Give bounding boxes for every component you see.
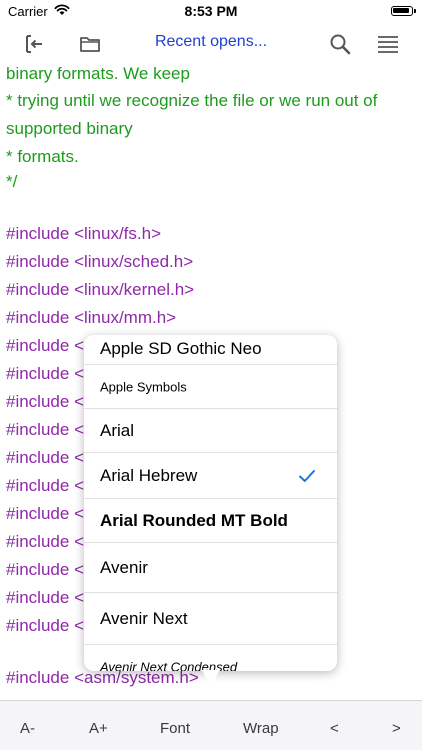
include-header: < bbox=[74, 392, 84, 411]
top-toolbar: Recent opens... bbox=[0, 24, 422, 64]
include-line: #include < bbox=[6, 476, 84, 496]
previous-button[interactable]: < bbox=[330, 720, 339, 737]
include-header: < bbox=[74, 588, 84, 607]
include-keyword: #include bbox=[6, 364, 70, 383]
include-keyword: #include bbox=[6, 476, 70, 495]
include-keyword: #include bbox=[6, 420, 70, 439]
include-keyword: #include bbox=[6, 616, 70, 635]
include-header: < bbox=[74, 364, 84, 383]
include-header: < bbox=[74, 504, 84, 523]
font-button[interactable]: Font bbox=[160, 720, 190, 737]
include-keyword: #include bbox=[6, 336, 70, 355]
include-header: < bbox=[74, 336, 84, 355]
include-keyword: #include bbox=[6, 668, 70, 687]
code-comment-line: * trying until we recognize the file or … bbox=[6, 91, 378, 110]
status-bar: Carrier 8:53 PM bbox=[0, 0, 422, 24]
font-option[interactable]: Avenir Next bbox=[84, 593, 337, 645]
include-line: #include < bbox=[6, 336, 84, 356]
font-option[interactable]: Apple Symbols bbox=[84, 365, 337, 409]
include-header: <linux/kernel.h> bbox=[74, 280, 195, 299]
font-option[interactable]: Avenir bbox=[84, 543, 337, 593]
recent-opens-button[interactable]: Recent opens... bbox=[140, 33, 282, 51]
folder-icon[interactable] bbox=[76, 30, 104, 58]
include-line: #include <linux/sched.h> bbox=[6, 252, 193, 272]
include-keyword: #include bbox=[6, 308, 70, 327]
status-time: 8:53 PM bbox=[184, 3, 238, 19]
code-comment-line: binary formats. We keep bbox=[6, 64, 190, 83]
font-option-label: Apple SD Gothic Neo bbox=[100, 339, 262, 358]
include-header: < bbox=[74, 448, 84, 467]
font-option-label: Avenir bbox=[100, 557, 148, 577]
include-header: <linux/sched.h> bbox=[74, 252, 194, 271]
include-header: < bbox=[74, 560, 84, 579]
include-header: < bbox=[74, 476, 84, 495]
include-header: <linux/fs.h> bbox=[74, 224, 162, 243]
menu-icon[interactable] bbox=[374, 30, 402, 58]
include-line: #include < bbox=[6, 588, 84, 608]
font-option[interactable]: Avenir Next Condensed bbox=[84, 645, 337, 672]
next-button[interactable]: > bbox=[392, 720, 401, 737]
bottom-toolbar: A- A+ Font Wrap < > bbox=[0, 700, 422, 750]
include-keyword: #include bbox=[6, 560, 70, 579]
font-option[interactable]: Arial Rounded MT Bold bbox=[84, 499, 337, 543]
search-icon[interactable] bbox=[326, 30, 354, 58]
wrap-button[interactable]: Wrap bbox=[243, 720, 279, 737]
code-comment-line: */ bbox=[6, 172, 18, 191]
font-picker-popover: Apple SD Gothic Neo Apple Symbols Arial … bbox=[84, 335, 337, 671]
include-keyword: #include bbox=[6, 448, 70, 467]
include-line: #include < bbox=[6, 532, 84, 552]
increase-font-button[interactable]: A+ bbox=[89, 720, 108, 737]
include-keyword: #include bbox=[6, 280, 70, 299]
code-comment-line: supported binary bbox=[6, 119, 133, 138]
include-line: #include < bbox=[6, 448, 84, 468]
include-header: <linux/mm.h> bbox=[74, 308, 177, 327]
font-option-label: Apple Symbols bbox=[100, 379, 187, 394]
checkmark-icon bbox=[299, 469, 315, 482]
include-keyword: #include bbox=[6, 392, 70, 411]
include-keyword: #include bbox=[6, 588, 70, 607]
font-option[interactable]: Arial bbox=[84, 409, 337, 453]
include-keyword: #include bbox=[6, 252, 70, 271]
include-line: #include < bbox=[6, 392, 84, 412]
include-line: #include <linux/fs.h> bbox=[6, 224, 161, 244]
include-line: #include <linux/kernel.h> bbox=[6, 280, 194, 300]
include-keyword: #include bbox=[6, 224, 70, 243]
include-line: #include < bbox=[6, 616, 84, 636]
include-header: < bbox=[74, 420, 84, 439]
decrease-font-button[interactable]: A- bbox=[20, 720, 35, 737]
font-option-label: Arial Rounded MT Bold bbox=[100, 510, 288, 530]
include-line: #include <asm/system.h> bbox=[6, 668, 199, 688]
include-keyword: #include bbox=[6, 504, 70, 523]
include-header: < bbox=[74, 532, 84, 551]
include-keyword: #include bbox=[6, 532, 70, 551]
font-option[interactable]: Apple SD Gothic Neo bbox=[84, 335, 337, 365]
include-line: #include < bbox=[6, 504, 84, 524]
include-line: #include <linux/mm.h> bbox=[6, 308, 176, 328]
font-option-label: Arial bbox=[100, 420, 135, 440]
include-line: #include < bbox=[6, 364, 84, 384]
code-comment-line: * formats. bbox=[6, 147, 79, 166]
popover-arrow bbox=[202, 670, 220, 686]
battery-icon bbox=[391, 6, 416, 16]
font-option-label: Avenir Next bbox=[100, 608, 188, 628]
exit-icon[interactable] bbox=[20, 30, 48, 58]
include-header: < bbox=[74, 616, 84, 635]
include-line: #include < bbox=[6, 560, 84, 580]
font-option-label: Arial Hebrew bbox=[100, 465, 198, 485]
font-option-selected[interactable]: Arial Hebrew bbox=[84, 453, 337, 499]
include-line: #include < bbox=[6, 420, 84, 440]
